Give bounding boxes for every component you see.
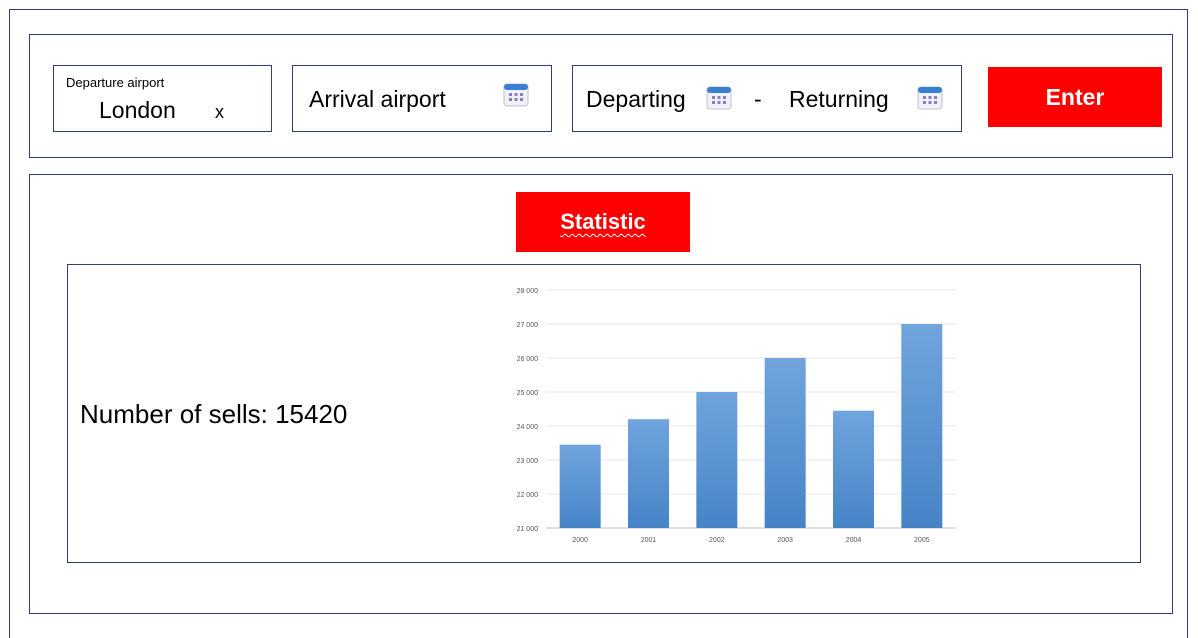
y-tick-label: 24 000 bbox=[517, 424, 539, 431]
sales-bar-chart: 21 000 22 000 23 000 24 000 25 000 26 000 27 0… bbox=[517, 288, 956, 544]
y-tick-label: 25 000 bbox=[517, 390, 539, 397]
enter-button[interactable]: Enter bbox=[988, 67, 1162, 127]
arrival-airport-field[interactable]: Arrival airport bbox=[292, 65, 552, 132]
bar bbox=[901, 324, 943, 528]
x-tick-label: 2002 bbox=[709, 537, 725, 544]
x-tick-label: 2004 bbox=[846, 537, 862, 544]
statistic-button[interactable]: Statistic bbox=[516, 192, 690, 252]
y-tick-label: 21 000 bbox=[517, 526, 539, 533]
clear-departure-button[interactable]: x bbox=[215, 102, 224, 123]
bar bbox=[696, 392, 738, 528]
bar bbox=[764, 358, 806, 528]
arrival-airport-label: Arrival airport bbox=[309, 86, 446, 112]
calendar-icon[interactable] bbox=[503, 82, 529, 107]
departure-airport-field[interactable]: Departure airport London x bbox=[53, 65, 272, 132]
number-of-sells-text: Number of sells: 15420 bbox=[80, 399, 348, 429]
y-tick-label: 23 000 bbox=[517, 458, 539, 465]
departure-airport-label: Departure airport bbox=[66, 75, 165, 90]
returning-label: Returning bbox=[789, 86, 889, 112]
y-tick-label: 28 000 bbox=[517, 288, 539, 295]
bar bbox=[628, 419, 669, 528]
y-tick-label: 26 000 bbox=[517, 356, 539, 363]
y-tick-label: 22 000 bbox=[517, 492, 539, 499]
calendar-icon[interactable] bbox=[917, 85, 943, 110]
departure-airport-value: London bbox=[99, 97, 176, 123]
travel-dates-field[interactable]: Departing - Returning bbox=[572, 65, 962, 132]
x-tick-label: 2005 bbox=[914, 537, 930, 544]
departing-label: Departing bbox=[586, 86, 686, 112]
bar bbox=[559, 444, 601, 528]
x-tick-label: 2001 bbox=[641, 537, 657, 544]
bar bbox=[833, 410, 874, 528]
date-separator: - bbox=[754, 86, 762, 112]
x-tick-label: 2003 bbox=[777, 537, 793, 544]
y-tick-label: 27 000 bbox=[517, 322, 539, 329]
statistic-button-label: Statistic bbox=[560, 209, 646, 234]
calendar-icon[interactable] bbox=[706, 85, 732, 110]
x-tick-label: 2000 bbox=[572, 537, 588, 544]
